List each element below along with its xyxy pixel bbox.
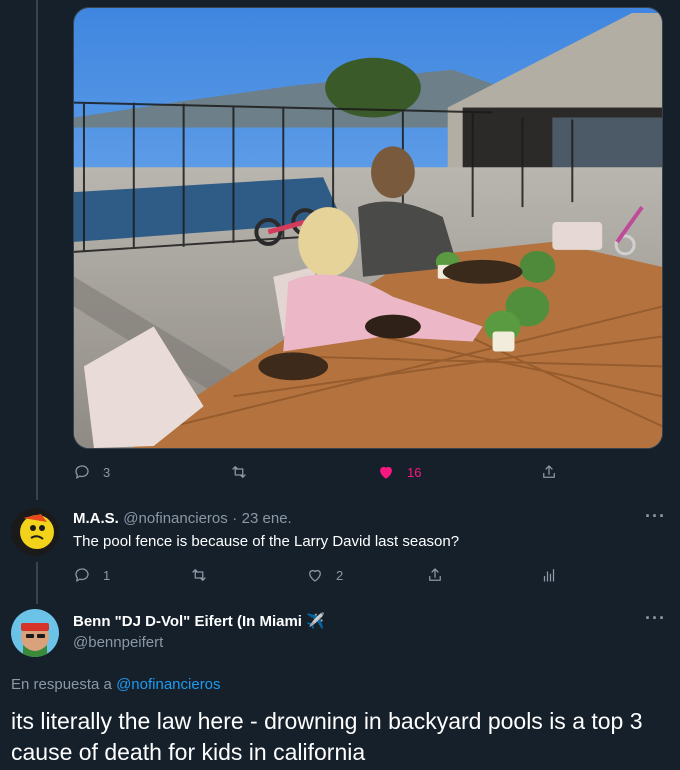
share-button[interactable]: [540, 463, 558, 481]
focused-tweet-text: its literally the law here - drowning in…: [11, 708, 643, 765]
avatar-benn-image: [11, 609, 59, 657]
separator: ·: [232, 510, 238, 527]
reply-icon: [75, 568, 89, 582]
author-name[interactable]: M.A.S.: [73, 510, 119, 527]
like-count: 2: [336, 567, 344, 583]
like-button[interactable]: 16: [377, 463, 421, 481]
reply-button[interactable]: 1: [73, 566, 110, 584]
author-name[interactable]: Benn "DJ D-Vol" Eifert (In Miami ✈️: [73, 612, 325, 630]
heart-icon: [309, 569, 321, 582]
share-icon: [543, 465, 555, 478]
reply-to-link[interactable]: @nofinancieros: [116, 676, 220, 693]
thread-line-top: [36, 0, 38, 500]
reply-count: 1: [103, 567, 111, 583]
author-handle[interactable]: @bennpeifert: [73, 634, 325, 651]
avatar-mas-image: [11, 508, 59, 556]
retweet-button[interactable]: [190, 566, 220, 584]
reply-prefix: En respuesta a: [11, 676, 112, 693]
reply-actions: 1 2: [73, 561, 673, 589]
reply-button[interactable]: 3: [73, 463, 110, 481]
like-count: 16: [407, 464, 422, 480]
share-icon: [429, 568, 441, 581]
focused-header: Benn "DJ D-Vol" Eifert (In Miami ✈️ @ben…: [73, 612, 325, 651]
more-icon[interactable]: ···: [645, 608, 666, 629]
analytics-button[interactable]: [540, 566, 558, 584]
tweet-photo[interactable]: [73, 7, 663, 449]
thread-line-mid: [36, 562, 38, 604]
reply-context: En respuesta a @nofinancieros: [11, 676, 221, 693]
reply-header: M.A.S. @nofinancieros · 23 ene.: [73, 510, 292, 528]
retweet-button[interactable]: [230, 463, 260, 481]
retweet-icon: [232, 466, 246, 478]
retweet-icon: [192, 569, 206, 581]
avatar-mas[interactable]: [11, 508, 59, 556]
heart-icon: [380, 466, 392, 479]
avatar-benn[interactable]: [11, 609, 59, 657]
reply-text: The pool fence is because of the Larry D…: [73, 533, 460, 550]
more-icon[interactable]: ···: [645, 506, 666, 527]
original-tweet-actions: 3 16: [73, 458, 673, 486]
analytics-icon: [543, 569, 555, 582]
reply-count: 3: [103, 464, 111, 480]
share-button[interactable]: [426, 566, 444, 584]
reply-icon: [75, 465, 89, 479]
pool-patio-photo: [74, 8, 662, 448]
tweet-date[interactable]: 23 ene.: [242, 510, 292, 527]
author-handle[interactable]: @nofinancieros: [123, 510, 227, 527]
like-button[interactable]: 2: [306, 566, 343, 584]
